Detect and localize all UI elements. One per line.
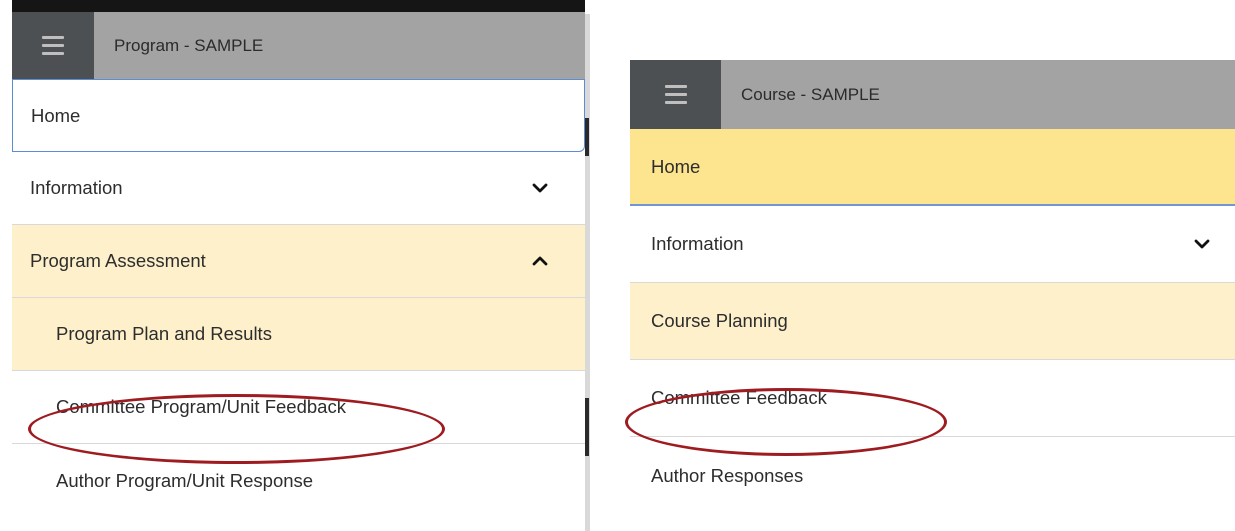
course-header-bar: Course - SAMPLE <box>630 60 1235 129</box>
nav-item-label: Author Program/Unit Response <box>56 469 314 491</box>
program-header-bar: Program - SAMPLE <box>12 0 585 79</box>
nav-item-committee-feedback[interactable]: Committee Feedback <box>630 360 1235 437</box>
menu-toggle-button[interactable] <box>630 60 721 129</box>
nav-item-label: Information <box>30 177 123 198</box>
nav-item-label: Program Plan and Results <box>56 323 272 344</box>
nav-item-label: Committee Feedback <box>651 387 827 408</box>
nav-item-program-plan-and-results[interactable]: Program Plan and Results <box>12 298 585 371</box>
course-title: Course - SAMPLE <box>741 84 880 104</box>
nav-item-program-assessment[interactable]: Program Assessment <box>12 225 585 298</box>
chevron-up-icon <box>531 252 549 270</box>
nav-item-course-planning[interactable]: Course Planning <box>630 283 1235 360</box>
chevron-down-icon <box>531 179 549 197</box>
nav-item-home[interactable]: Home <box>12 79 585 152</box>
nav-item-author-responses[interactable]: Author Responses <box>630 437 1235 514</box>
nav-item-label: Information <box>651 233 744 254</box>
divider-mark <box>585 118 589 156</box>
program-title: Program - SAMPLE <box>114 35 264 55</box>
menu-toggle-button[interactable] <box>12 12 94 79</box>
nav-item-author-program-unit-response[interactable]: Author Program/Unit Response <box>12 444 585 517</box>
nav-item-label: Home <box>651 155 701 177</box>
hamburger-icon <box>664 85 687 104</box>
nav-item-label: Author Responses <box>651 464 804 486</box>
program-nav-panel: Program - SAMPLE Home Information Progra… <box>12 0 585 531</box>
nav-item-label: Program Assessment <box>30 250 206 271</box>
hamburger-icon <box>42 36 64 55</box>
nav-item-label: Committee Program/Unit Feedback <box>56 396 346 417</box>
nav-item-information[interactable]: Information <box>12 152 585 225</box>
nav-item-label: Home <box>31 104 81 126</box>
divider-mark <box>585 398 589 456</box>
course-nav-panel: Course - SAMPLE Home Information Course … <box>630 60 1235 531</box>
chevron-down-icon <box>1193 235 1211 253</box>
nav-item-label: Course Planning <box>651 310 788 331</box>
nav-item-committee-program-unit-feedback[interactable]: Committee Program/Unit Feedback <box>12 371 585 444</box>
nav-item-information[interactable]: Information <box>630 206 1235 283</box>
nav-item-home[interactable]: Home <box>630 129 1235 206</box>
